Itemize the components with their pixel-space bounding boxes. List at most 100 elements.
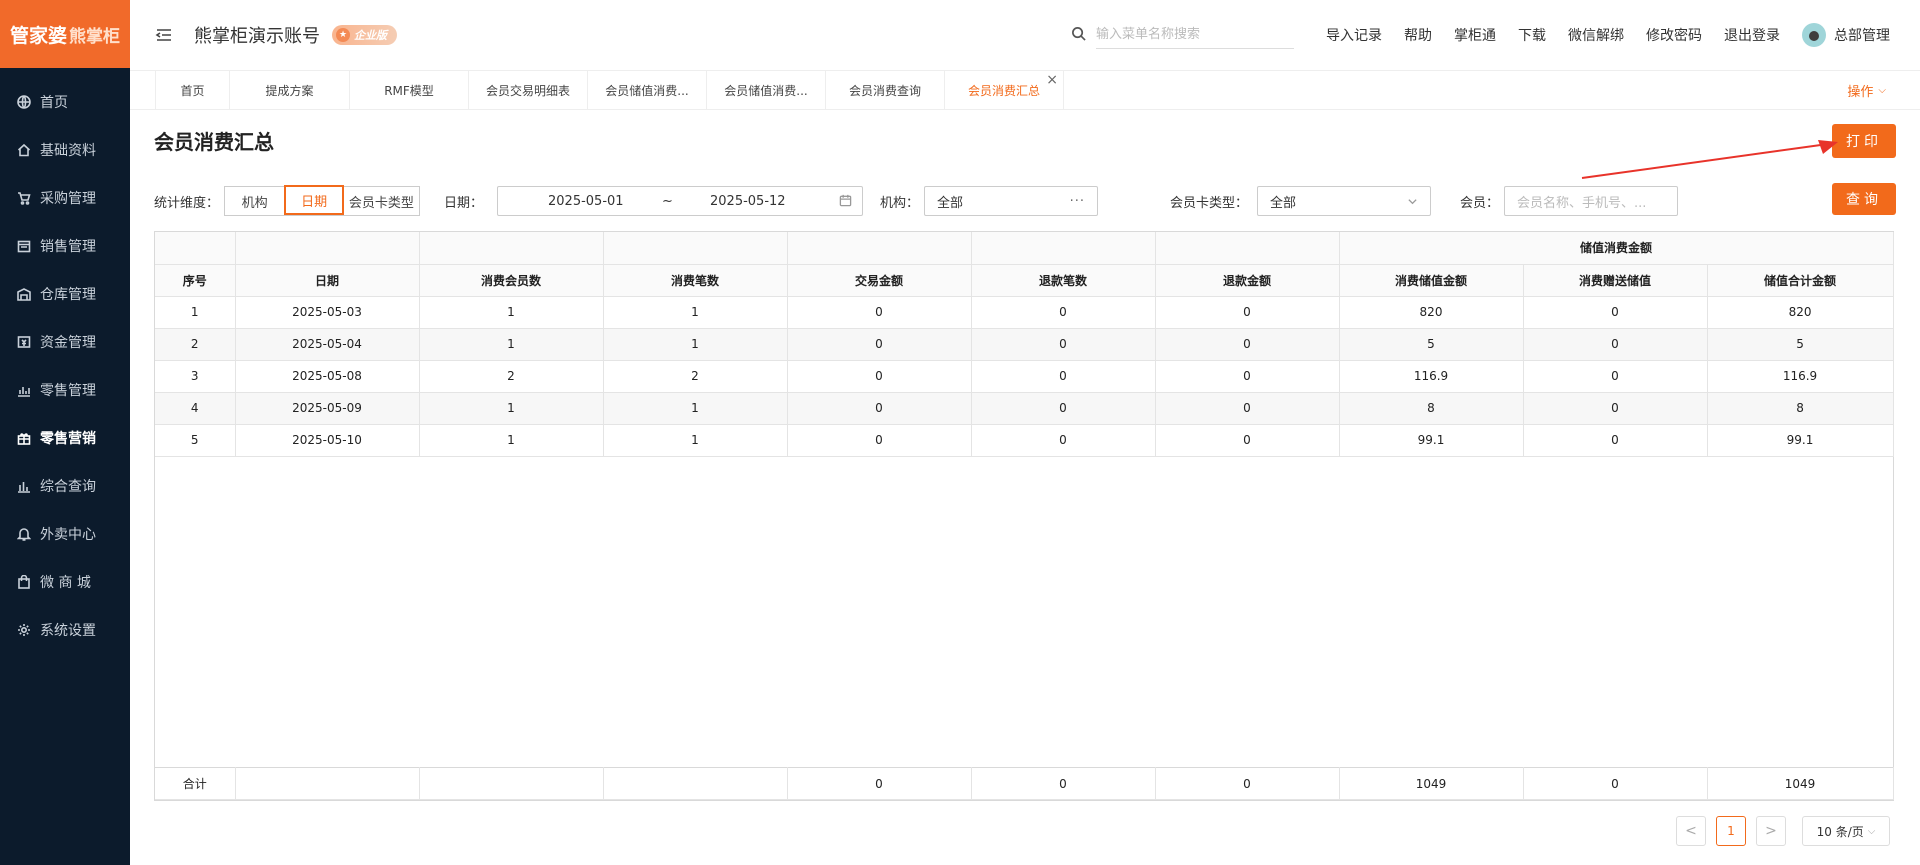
change-password-link[interactable]: 修改密码 [1646, 25, 1702, 45]
tab-6[interactable]: 会员消费查询 [826, 71, 945, 109]
sidebar-item-0[interactable]: 首页 [0, 78, 130, 126]
print-button[interactable]: 打印 [1832, 124, 1896, 158]
org-value: 全部 [937, 195, 964, 211]
page-number-current[interactable]: 1 [1716, 816, 1746, 846]
help-link[interactable]: 帮助 [1404, 25, 1432, 45]
table-cell: 2025-05-04 [235, 328, 420, 361]
table-cell: 2 [603, 360, 788, 393]
column-header[interactable]: 退款金额 [1155, 264, 1340, 297]
date-end[interactable]: 2025-05-12 [710, 194, 786, 209]
logo-sub-text: 熊掌柜 [69, 26, 120, 47]
dimension-option-date[interactable]: 日期 [284, 185, 344, 215]
tab-7[interactable]: 会员消费汇总 × [945, 71, 1064, 109]
table-cell: 1 [603, 328, 788, 361]
tab-5[interactable]: 会员储值消费... [707, 71, 826, 109]
wechat-unbind-link[interactable]: 微信解绑 [1568, 25, 1624, 45]
column-header[interactable]: 消费会员数 [419, 264, 604, 297]
member-search-input[interactable]: 会员名称、手机号、... [1504, 186, 1678, 216]
column-header[interactable]: 退款笔数 [971, 264, 1156, 297]
tab-2[interactable]: RMF模型 [350, 71, 469, 109]
annotation-arrow [1581, 140, 1838, 179]
dimension-option-org[interactable]: 机构 [225, 187, 284, 215]
table-row[interactable]: 1 2025-05-03 1 1 0 0 0 820 0 820 [155, 296, 1894, 329]
sidebar-item-label: 零售营销 [40, 431, 96, 447]
next-page-button[interactable]: > [1756, 816, 1786, 846]
table-cell: 1 [603, 424, 788, 457]
total-cell: 1049 [1707, 767, 1894, 800]
table-cell: 0 [1523, 328, 1708, 361]
table-cell: 0 [787, 360, 972, 393]
date-range-picker[interactable]: 2025-05-01 ~ 2025-05-12 [497, 186, 863, 216]
search-icon[interactable] [1071, 26, 1086, 45]
account-name: 熊掌柜演示账号 [194, 26, 320, 47]
sidebar-nav: 首页 基础资料 采购管理 销售管理 仓库管理资金管理零售管理零售营销综合查询 外卖中心微 … [0, 78, 130, 654]
header-right: 导入记录 帮助 掌柜通 下载 微信解绑 修改密码 退出登录 总部管理 [1071, 0, 1920, 70]
cardtype-select[interactable]: 全部 [1257, 186, 1431, 216]
edition-badge: ★ 企业版 [332, 25, 397, 45]
query-button[interactable]: 查询 [1832, 183, 1896, 215]
total-cell [235, 767, 420, 800]
column-header[interactable]: 日期 [235, 264, 420, 297]
sidebar-item-10[interactable]: 微 商 城 [0, 558, 130, 606]
table-row[interactable]: 3 2025-05-08 2 2 0 0 0 116.9 0 116.9 [155, 360, 1894, 393]
chevron-down-icon: ⌵ [1878, 84, 1886, 96]
column-header[interactable]: 储值合计金额 [1707, 264, 1894, 297]
column-header[interactable]: 序号 [155, 264, 236, 297]
zhanggui-tong-link[interactable]: 掌柜通 [1454, 25, 1496, 45]
dimension-option-cardtype[interactable]: 会员卡类型 [344, 187, 419, 215]
table-row[interactable]: 2 2025-05-04 1 1 0 0 0 5 0 5 [155, 328, 1894, 361]
tab-label: 会员交易明细表 [485, 83, 570, 98]
download-link[interactable]: 下载 [1518, 25, 1546, 45]
sidebar-item-label: 资金管理 [40, 335, 96, 351]
table-cell: 2025-05-10 [235, 424, 420, 457]
total-cell [419, 767, 604, 800]
sidebar-item-1[interactable]: 基础资料 [0, 126, 130, 174]
table-row[interactable]: 4 2025-05-09 1 1 0 0 0 8 0 8 [155, 392, 1894, 425]
group-header-stored-value: 储值消费金额 [1339, 232, 1894, 265]
sidebar-item-5[interactable]: 资金管理 [0, 318, 130, 366]
tab-operations-menu[interactable]: 操作 ⌵ [1847, 71, 1886, 109]
chevron-down-icon: ⌵ [1867, 825, 1876, 837]
menu-collapse-icon[interactable] [154, 25, 174, 45]
column-header[interactable]: 消费储值金额 [1339, 264, 1524, 297]
org-selector[interactable]: 全部 ··· [924, 186, 1098, 216]
tab-0[interactable]: 首页 [156, 71, 230, 109]
sidebar-item-2[interactable]: 采购管理 [0, 174, 130, 222]
more-icon[interactable]: ··· [1070, 194, 1085, 209]
table-cell: 0 [1155, 424, 1340, 457]
tab-4[interactable]: 会员储值消费... [588, 71, 707, 109]
column-header[interactable]: 消费笔数 [603, 264, 788, 297]
table-row[interactable]: 5 2025-05-10 1 1 0 0 0 99.1 0 99.1 [155, 424, 1894, 457]
table-cell: 0 [787, 392, 972, 425]
calendar-icon [839, 194, 852, 211]
date-start[interactable]: 2025-05-01 [548, 194, 624, 209]
date-separator: ~ [662, 193, 673, 209]
logout-link[interactable]: 退出登录 [1724, 25, 1780, 45]
sidebar-item-6[interactable]: 零售管理 [0, 366, 130, 414]
table-cell: 2025-05-09 [235, 392, 420, 425]
sidebar-item-11[interactable]: 系统设置 [0, 606, 130, 654]
sidebar-item-4[interactable]: 仓库管理 [0, 270, 130, 318]
chart-icon [16, 382, 32, 398]
money-icon [16, 334, 32, 350]
menu-search-input[interactable] [1096, 21, 1294, 49]
column-header[interactable]: 消费赠送储值 [1523, 264, 1708, 297]
sidebar-item-8[interactable]: 综合查询 [0, 462, 130, 510]
column-header[interactable]: 交易金额 [787, 264, 972, 297]
prev-page-button[interactable]: < [1676, 816, 1706, 846]
sidebar-item-7[interactable]: 零售营销 [0, 414, 130, 462]
avatar [1802, 23, 1826, 47]
table-cell: 1 [419, 392, 604, 425]
table-cell: 5 [155, 424, 236, 457]
calendar-icon [16, 238, 32, 254]
sidebar-item-3[interactable]: 销售管理 [0, 222, 130, 270]
page-size-select[interactable]: 10 条/页 ⌵ [1802, 816, 1890, 846]
tab-label: 会员储值消费... [724, 83, 808, 98]
tab-1[interactable]: 提成方案 [230, 71, 350, 109]
table-cell: 116.9 [1339, 360, 1524, 393]
import-records-link[interactable]: 导入记录 [1326, 25, 1382, 45]
close-icon[interactable]: × [1046, 72, 1058, 88]
tab-3[interactable]: 会员交易明细表 [469, 71, 588, 109]
sidebar-item-9[interactable]: 外卖中心 [0, 510, 130, 558]
user-menu[interactable]: 总部管理 [1802, 23, 1890, 47]
